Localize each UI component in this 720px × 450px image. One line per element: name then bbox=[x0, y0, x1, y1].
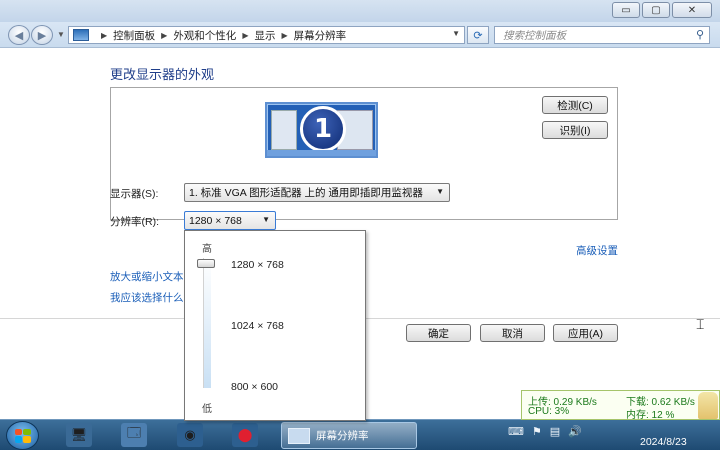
clock-date[interactable]: 2024/8/23 bbox=[640, 436, 687, 448]
network-monitor-widget[interactable]: 上传: 0.29 KB/s 下载: 0.62 KB/s CPU: 3% 内存: … bbox=[521, 390, 720, 421]
mouse-cursor-icon: ⌶ bbox=[696, 316, 705, 332]
windows-logo-icon bbox=[14, 428, 31, 443]
breadcrumb-separator-icon[interactable]: ▶ bbox=[281, 31, 287, 40]
refresh-icon: ⟳ bbox=[473, 29, 483, 42]
network-icon[interactable]: ▤ bbox=[550, 425, 560, 438]
search-icon[interactable]: ⚲ bbox=[696, 28, 704, 41]
breadcrumb-separator-icon: ▶ bbox=[101, 30, 108, 40]
display-settings-icon bbox=[288, 427, 310, 444]
back-button[interactable]: ◀ bbox=[8, 25, 30, 45]
control-panel-icon bbox=[73, 29, 89, 41]
monitor-number: 1 bbox=[300, 106, 346, 152]
taskbar-task-label: 屏幕分辨率 bbox=[316, 430, 369, 442]
chrome-browser-icon[interactable]: ◉ bbox=[177, 423, 203, 447]
back-arrow-icon: ◀ bbox=[14, 29, 24, 42]
media-player-icon[interactable]: ⬤ bbox=[232, 423, 258, 447]
search-placeholder: 搜索控制面板 bbox=[503, 29, 566, 42]
which-settings-link[interactable]: 我应该选择什么 bbox=[110, 290, 184, 305]
resolution-slider-thumb[interactable] bbox=[197, 259, 215, 268]
volume-icon[interactable]: 🔊 bbox=[568, 425, 582, 438]
chevron-down-icon: ▼ bbox=[436, 187, 444, 196]
identify-button[interactable]: 识别(I) bbox=[542, 121, 608, 139]
breadcrumb: ▶ 控制面板 ▶ 外观和个性化 ▶ 显示 ▶ 屏幕分辨率 bbox=[95, 28, 346, 43]
search-input[interactable]: 搜索控制面板 ⚲ bbox=[494, 26, 710, 44]
resolution-option[interactable]: 800 × 600 bbox=[231, 381, 278, 393]
cancel-button[interactable]: 取消 bbox=[480, 324, 545, 342]
taskbar: 🖥 🗔 ◉ ⬤ 屏幕分辨率 ⌨ ⚑ ▤ 🔊 2024/8/23 bbox=[0, 419, 720, 450]
breadcrumb-separator-icon[interactable]: ▶ bbox=[161, 31, 167, 40]
chevron-down-icon: ▼ bbox=[262, 215, 270, 224]
taskbar-task-screen-resolution[interactable]: 屏幕分辨率 bbox=[281, 422, 417, 449]
flag-notification-icon[interactable]: ⚑ bbox=[532, 425, 542, 438]
monitor-1-thumbnail[interactable]: 1 bbox=[265, 102, 378, 158]
enlarge-text-link[interactable]: 放大或缩小文本 bbox=[110, 269, 184, 284]
breadcrumb-separator-icon[interactable]: ▶ bbox=[242, 31, 248, 40]
detect-button[interactable]: 检测(C) bbox=[542, 96, 608, 114]
breadcrumb-display[interactable]: 显示 bbox=[254, 28, 275, 43]
resolution-select-value: 1280 × 768 bbox=[189, 214, 242, 227]
address-bar[interactable]: ▶ 控制面板 ▶ 外观和个性化 ▶ 显示 ▶ 屏幕分辨率 ▼ bbox=[68, 26, 465, 44]
window-thumbnail-icon bbox=[271, 110, 297, 150]
refresh-button[interactable]: ⟳ bbox=[467, 26, 489, 44]
mascot-icon bbox=[698, 392, 718, 419]
ok-button[interactable]: 确定 bbox=[406, 324, 471, 342]
apply-button[interactable]: 应用(A) bbox=[553, 324, 618, 342]
title-bar: ▭ ▢ ✕ bbox=[0, 0, 720, 22]
resolution-slider-track[interactable] bbox=[203, 258, 211, 388]
resolution-low-label: 低 bbox=[202, 404, 212, 415]
cpu-usage: CPU: 3% bbox=[528, 406, 570, 417]
resolution-high-label: 高 bbox=[202, 244, 212, 255]
memory-usage: 内存: 12 % bbox=[626, 410, 675, 421]
breadcrumb-control-panel[interactable]: 控制面板 bbox=[113, 28, 155, 43]
forward-button[interactable]: ▶ bbox=[31, 25, 53, 45]
page-title: 更改显示器的外观 bbox=[110, 67, 215, 82]
recent-pages-dropdown-icon[interactable]: ▼ bbox=[57, 30, 65, 39]
monitor-taskbar-strip bbox=[267, 150, 376, 156]
advanced-settings-link[interactable]: 高级设置 bbox=[576, 243, 618, 258]
display-select[interactable]: 1. 标准 VGA 图形适配器 上的 通用即插即用监视器 ▼ bbox=[184, 183, 450, 202]
minimize-button[interactable]: ▭ bbox=[612, 2, 640, 18]
system-tray: ⌨ ⚑ ▤ 🔊 bbox=[508, 425, 582, 438]
network-computer-icon[interactable]: 🗔 bbox=[121, 423, 147, 447]
resolution-select[interactable]: 1280 × 768 ▼ bbox=[184, 211, 276, 230]
forward-arrow-icon: ▶ bbox=[37, 29, 47, 42]
close-button[interactable]: ✕ bbox=[672, 2, 712, 18]
resolution-dropdown: 高 1280 × 768 1024 × 768 800 × 600 低 bbox=[184, 230, 366, 421]
navigation-bar: ◀ ▶ ▼ ▶ 控制面板 ▶ 外观和个性化 ▶ 显示 ▶ 屏幕分辨率 ▼ ⟳ 搜… bbox=[0, 22, 720, 48]
computer-icon[interactable]: 🖥 bbox=[66, 423, 92, 447]
window-controls: ▭ ▢ ✕ bbox=[612, 2, 712, 18]
start-button[interactable] bbox=[6, 421, 39, 450]
breadcrumb-appearance[interactable]: 外观和个性化 bbox=[173, 28, 236, 43]
maximize-button[interactable]: ▢ bbox=[642, 2, 670, 18]
address-dropdown-icon[interactable]: ▼ bbox=[452, 29, 460, 38]
display-label: 显示器(S): bbox=[110, 188, 159, 200]
resolution-option[interactable]: 1024 × 768 bbox=[231, 320, 284, 332]
resolution-label: 分辨率(R): bbox=[110, 216, 159, 228]
display-select-value: 1. 标准 VGA 图形适配器 上的 通用即插即用监视器 bbox=[189, 187, 423, 199]
breadcrumb-screen-resolution[interactable]: 屏幕分辨率 bbox=[294, 28, 347, 43]
keyboard-icon[interactable]: ⌨ bbox=[508, 425, 524, 438]
resolution-option[interactable]: 1280 × 768 bbox=[231, 259, 284, 271]
